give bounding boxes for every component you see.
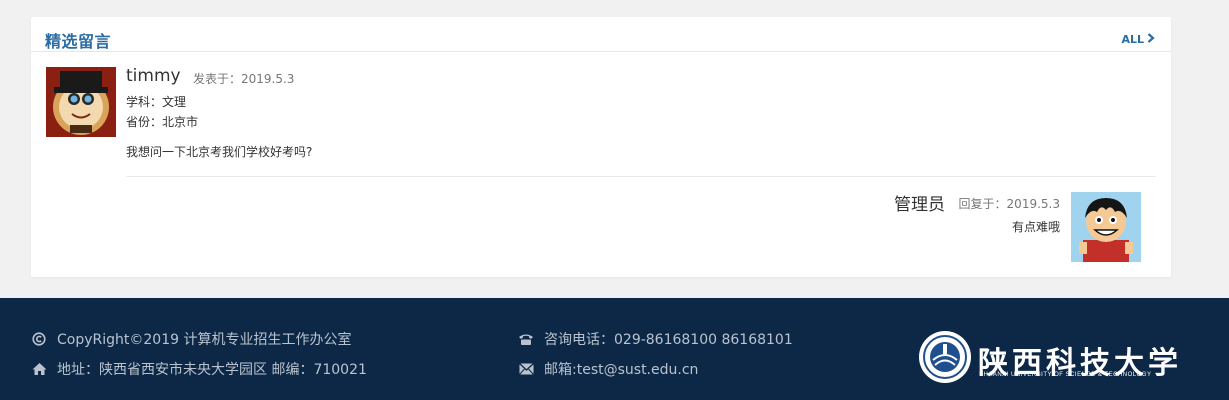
- question-subject: 学科：文理: [126, 95, 187, 109]
- address-text: 地址：陕西省西安市未央大学园区 邮编：710021: [57, 362, 367, 378]
- phone-icon: [518, 331, 534, 347]
- all-link-label: ALL: [1121, 33, 1144, 46]
- university-seal-icon: [919, 331, 971, 383]
- footer-copyright: CopyRight©2019 计算机专业招生工作办公室: [31, 329, 351, 349]
- university-logo[interactable]: 陕西科技大学 SHAANXI UNIVERSITY OF SCIENCE & T…: [918, 330, 1178, 386]
- chevron-right-icon: [1147, 33, 1155, 46]
- question-content: 我想问一下北京考我们学校好考吗?: [126, 145, 313, 159]
- question-user-avatar: [46, 67, 116, 137]
- all-link[interactable]: ALL: [1121, 33, 1155, 46]
- footer-phone: 咨询电话：029-86168100 86168101: [518, 329, 793, 349]
- featured-messages-card: 精选留言 ALL timmy 发表于：2019.5.3 学科：文理 省份：北京市…: [31, 17, 1171, 277]
- reply-divider: [126, 176, 1156, 177]
- question-time: 发表于：2019.5.3: [193, 72, 295, 86]
- answer-time: 回复于：2019.5.3: [958, 197, 1060, 211]
- copyright-text: CopyRight©2019 计算机专业招生工作办公室: [57, 332, 352, 348]
- envelope-icon: [518, 361, 534, 377]
- email-text: 邮箱:test@sust.edu.cn: [544, 362, 699, 378]
- copyright-icon: [31, 331, 47, 347]
- footer-address: 地址：陕西省西安市未央大学园区 邮编：710021: [31, 359, 367, 379]
- question-province: 省份：北京市: [126, 115, 199, 129]
- phone-text: 咨询电话：029-86168100 86168101: [544, 332, 793, 348]
- card-header: 精选留言 ALL: [31, 17, 1171, 52]
- home-icon: [31, 361, 47, 377]
- answer-content: 有点难哦: [1011, 220, 1060, 234]
- answer-username: 管理员: [894, 195, 945, 215]
- university-name-en: SHAANXI UNIVERSITY OF SCIENCE & TECHNOLO…: [979, 372, 1152, 378]
- footer-email: 邮箱:test@sust.edu.cn: [518, 359, 698, 379]
- admin-avatar: [1071, 192, 1141, 262]
- section-title: 精选留言: [45, 32, 112, 51]
- question-username: timmy: [126, 66, 181, 86]
